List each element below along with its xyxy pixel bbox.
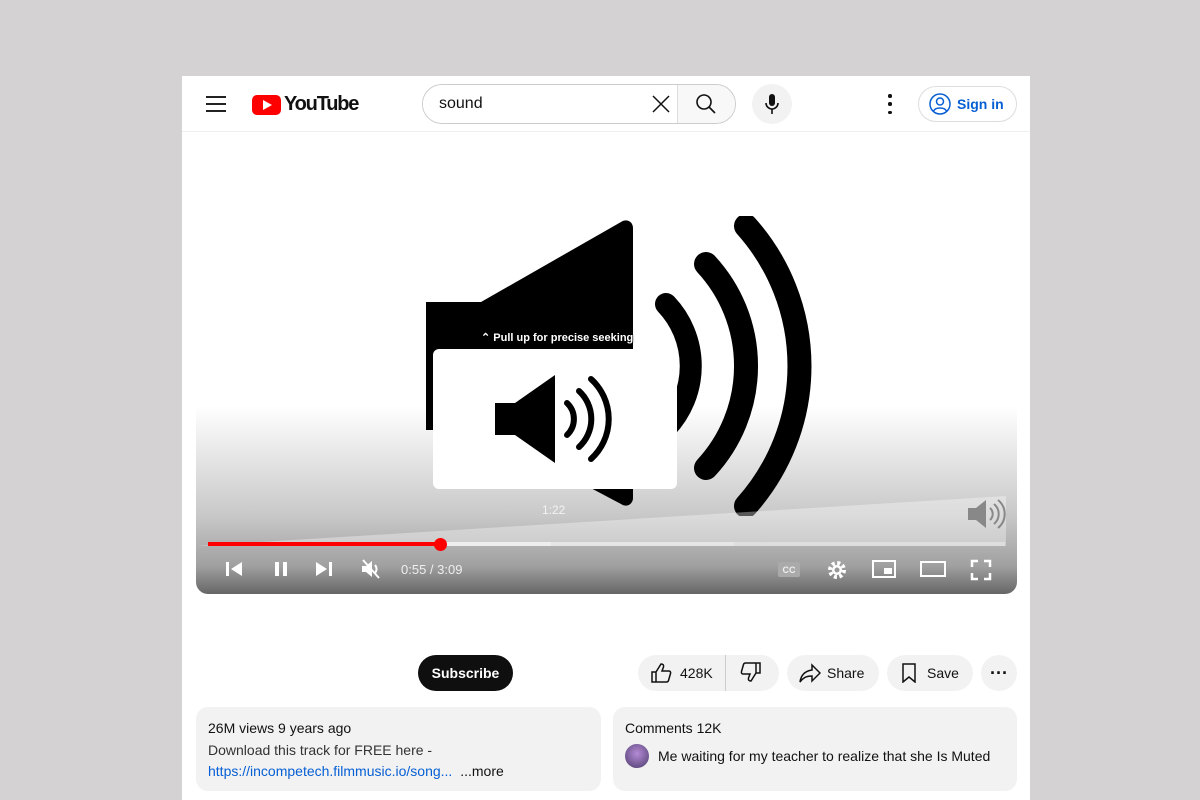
sign-in-button[interactable]: Sign in — [918, 86, 1017, 122]
captions-icon[interactable]: CC — [777, 559, 801, 579]
sign-in-label: Sign in — [957, 96, 1004, 112]
clear-search-icon[interactable] — [646, 85, 677, 123]
youtube-logo[interactable]: YouTube — [252, 93, 359, 116]
comments-title: Comments 12K — [625, 720, 722, 736]
previous-icon[interactable] — [224, 559, 244, 579]
scrubber-handle[interactable] — [433, 538, 447, 551]
seek-preview-thumbnail — [433, 349, 677, 489]
header: YouTube Sign in — [182, 76, 1030, 132]
volume-overlay — [196, 496, 1017, 546]
save-label: Save — [927, 665, 959, 681]
comments-box[interactable]: Comments 12K Me waiting for my teacher t… — [613, 707, 1017, 791]
volume-icon — [968, 499, 1006, 529]
theater-mode-icon[interactable] — [920, 559, 946, 579]
description-box[interactable]: 26M views 9 years ago Download this trac… — [196, 707, 601, 791]
description-link[interactable]: https://incompetech.filmmusic.io/song... — [208, 763, 452, 779]
description-text: Download this track for FREE here - — [208, 742, 433, 758]
preview-time: 1:22 — [542, 503, 566, 517]
pause-icon[interactable] — [271, 559, 291, 579]
svg-text:CC: CC — [783, 565, 796, 575]
dislike-button[interactable] — [726, 661, 762, 686]
top-comment: Me waiting for my teacher to realize tha… — [658, 748, 991, 764]
settings-icon[interactable] — [826, 559, 848, 581]
seek-hint-text: Pull up for precise seeking — [493, 332, 634, 344]
seek-hint: ⌃ Pull up for precise seeking — [481, 332, 634, 344]
show-more-button[interactable]: ...more — [460, 763, 504, 779]
menu-icon[interactable] — [206, 96, 226, 112]
search-box — [422, 84, 736, 124]
account-icon — [929, 93, 951, 115]
more-actions-button[interactable]: ··· — [981, 655, 1017, 691]
like-count: 428K — [680, 665, 713, 681]
search-icon — [696, 94, 716, 114]
muted-icon[interactable] — [360, 559, 382, 579]
miniplayer-icon[interactable] — [872, 559, 896, 579]
next-icon[interactable] — [314, 559, 334, 579]
microphone-icon — [765, 94, 779, 114]
youtube-page: YouTube Sign in ⌃ Pull up for precise se… — [182, 76, 1030, 800]
thumbs-down-icon — [740, 661, 761, 682]
search-input[interactable] — [423, 85, 646, 123]
view-count-date: 26M views 9 years ago — [208, 720, 352, 736]
voice-search-button[interactable] — [752, 84, 792, 124]
share-icon — [799, 663, 821, 683]
share-button[interactable]: Share — [787, 655, 879, 691]
search-button[interactable] — [676, 85, 735, 123]
progress-bar[interactable] — [208, 538, 1005, 551]
thumbs-up-icon — [651, 663, 672, 683]
youtube-play-icon — [252, 94, 281, 115]
fullscreen-icon[interactable] — [970, 559, 992, 581]
bookmark-icon — [902, 663, 916, 683]
time-display: 0:55 / 3:09 — [401, 562, 463, 577]
share-label: Share — [827, 665, 865, 681]
speaker-icon — [495, 375, 612, 463]
played-progress — [208, 542, 440, 546]
subscribe-button[interactable]: Subscribe — [418, 655, 513, 691]
like-dislike-group: 428K — [638, 655, 779, 691]
logo-text: YouTube — [284, 93, 359, 115]
like-button[interactable]: 428K — [638, 655, 726, 691]
more-options-icon[interactable] — [882, 94, 898, 114]
video-player[interactable]: ⌃ Pull up for precise seeking 1:22 0:55 … — [196, 136, 1017, 594]
commenter-avatar — [625, 744, 649, 768]
save-button[interactable]: Save — [887, 655, 973, 691]
